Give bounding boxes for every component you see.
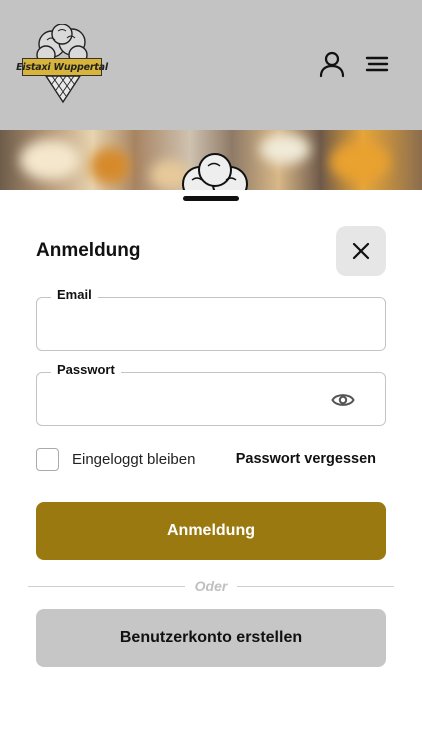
hero-ice-cream-icon [182,153,248,192]
email-input[interactable] [51,312,331,336]
eye-icon[interactable] [331,391,355,409]
password-label: Passwort [51,362,121,377]
hero-banner-image [0,130,422,192]
login-button[interactable]: Anmeldung [36,502,386,560]
close-icon [352,242,370,260]
menu-icon[interactable] [363,50,391,78]
email-label: Email [51,287,98,302]
close-button[interactable] [336,226,386,276]
user-icon[interactable] [318,50,346,78]
password-field[interactable]: Passwort [36,362,386,426]
divider-line-right [237,586,394,587]
password-input[interactable] [51,387,331,411]
logo-text: Eistaxi Wuppertal [16,61,108,73]
create-account-button[interactable]: Benutzerkonto erstellen [36,609,386,667]
sheet-title: Anmeldung [36,240,141,261]
remember-label: Eingeloggt bleiben [72,451,196,468]
divider-line-left [28,586,185,587]
sheet-drag-handle[interactable] [183,196,239,201]
logo-banner: Eistaxi Wuppertal [16,58,108,76]
forgot-password-link[interactable]: Passwort vergessen [236,451,376,467]
email-field[interactable]: Email [36,287,386,351]
divider-text: Oder [194,578,228,594]
remember-checkbox[interactable] [36,448,59,471]
